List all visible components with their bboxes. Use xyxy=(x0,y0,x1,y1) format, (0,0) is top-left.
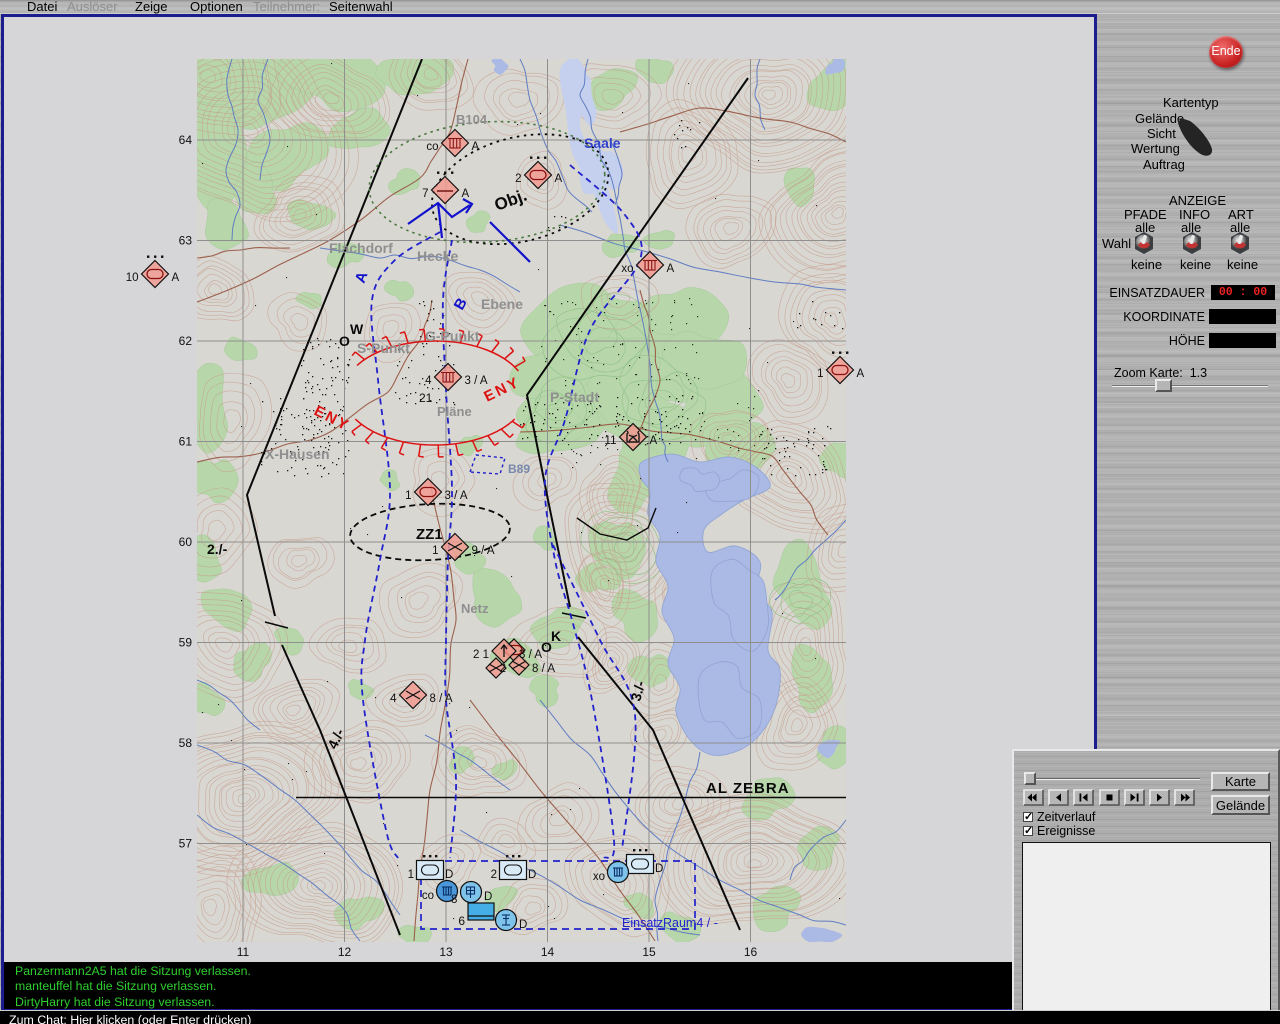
svg-text:8 / A: 8 / A xyxy=(430,693,453,705)
svg-text:2 1: 2 1 xyxy=(473,649,489,661)
svg-text:59: 59 xyxy=(179,636,193,650)
svg-text:3 / A: 3 / A xyxy=(519,649,542,661)
svg-text:A: A xyxy=(667,263,675,275)
svg-text:EinsatzRaum4 / -: EinsatzRaum4 / - xyxy=(622,916,718,930)
svg-text:D: D xyxy=(445,869,453,881)
svg-text:K: K xyxy=(551,628,561,644)
svg-text:11: 11 xyxy=(605,435,617,447)
svg-text:2: 2 xyxy=(500,663,506,675)
svg-text:3 / A: 3 / A xyxy=(445,490,468,502)
svg-text:O: O xyxy=(339,333,350,349)
svg-text:A: A xyxy=(857,368,865,380)
svg-text:B89: B89 xyxy=(508,462,530,476)
svg-text:O: O xyxy=(541,639,552,655)
svg-text:14: 14 xyxy=(541,945,555,959)
svg-text:X-Hausen: X-Hausen xyxy=(265,446,330,462)
svg-text:G-Punkt: G-Punkt xyxy=(425,328,480,344)
svg-text:D: D xyxy=(484,891,492,903)
svg-text:1: 1 xyxy=(405,490,411,502)
svg-text:1: 1 xyxy=(817,368,823,380)
svg-text:A: A xyxy=(462,188,470,200)
svg-text:2: 2 xyxy=(515,173,521,185)
svg-text:W: W xyxy=(350,321,364,337)
svg-text:Pläne: Pläne xyxy=(437,404,472,419)
svg-text:Hecke: Hecke xyxy=(417,248,458,264)
svg-text:D: D xyxy=(519,919,527,931)
svg-text:P-Stadt: P-Stadt xyxy=(550,389,599,405)
svg-text:Ebene: Ebene xyxy=(481,296,523,312)
svg-text:2./-: 2./- xyxy=(207,541,228,557)
svg-text:11: 11 xyxy=(237,945,250,959)
svg-text:10: 10 xyxy=(126,272,139,284)
svg-text:57: 57 xyxy=(179,837,193,851)
svg-text:64: 64 xyxy=(179,133,193,147)
svg-text:58: 58 xyxy=(179,736,193,750)
svg-text:8: 8 xyxy=(451,894,457,906)
svg-text:Netz: Netz xyxy=(461,601,489,616)
svg-text:B104: B104 xyxy=(456,112,488,127)
svg-text:A: A xyxy=(555,173,563,185)
svg-text:62: 62 xyxy=(179,334,193,348)
svg-text:8 / A: 8 / A xyxy=(532,663,555,675)
svg-text:7: 7 xyxy=(422,188,428,200)
svg-text:1: 1 xyxy=(408,869,414,881)
svg-text:6: 6 xyxy=(458,914,465,928)
svg-text:61: 61 xyxy=(179,435,193,449)
svg-text:21: 21 xyxy=(419,391,433,405)
svg-text:S-Punkt: S-Punkt xyxy=(357,340,410,356)
svg-text:13: 13 xyxy=(439,945,453,959)
svg-text:xo: xo xyxy=(621,263,633,275)
svg-text:A: A xyxy=(650,435,658,447)
svg-text:60: 60 xyxy=(179,535,193,549)
svg-text:Saale: Saale xyxy=(584,135,621,151)
svg-text:63: 63 xyxy=(179,234,193,248)
svg-text:12: 12 xyxy=(338,945,352,959)
svg-text:9 / A: 9 / A xyxy=(472,545,495,557)
svg-text:D: D xyxy=(528,869,536,881)
svg-text:1: 1 xyxy=(432,545,438,557)
svg-text:A: A xyxy=(172,272,180,284)
svg-text:D: D xyxy=(655,863,663,875)
svg-text:16: 16 xyxy=(744,945,758,959)
svg-text:2: 2 xyxy=(491,869,497,881)
svg-text:4: 4 xyxy=(390,693,397,705)
svg-text:xo: xo xyxy=(593,871,605,883)
svg-text:AL ZEBRA: AL ZEBRA xyxy=(706,780,790,797)
svg-text:3 / A: 3 / A xyxy=(465,375,488,387)
svg-text:co: co xyxy=(426,141,438,153)
svg-text:A: A xyxy=(472,141,480,153)
svg-text:co: co xyxy=(422,890,434,902)
svg-text:4: 4 xyxy=(425,375,432,387)
svg-text:Flachdorf: Flachdorf xyxy=(329,240,393,256)
svg-text:ZZ1: ZZ1 xyxy=(416,526,443,543)
svg-text:15: 15 xyxy=(642,945,656,959)
